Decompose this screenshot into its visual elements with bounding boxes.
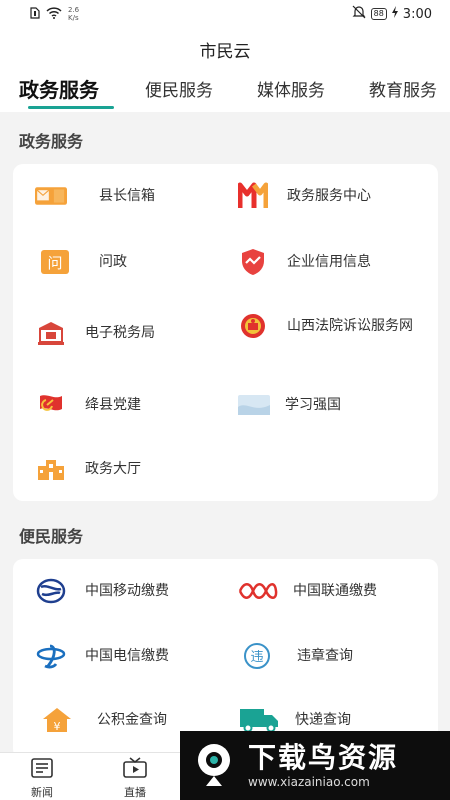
nav-label: 直播 bbox=[124, 786, 146, 799]
service-label: 电子税务局 bbox=[85, 325, 155, 341]
delivery-truck-icon bbox=[239, 706, 279, 734]
service-label: 企业信用信息 bbox=[287, 254, 371, 270]
watermark-banner: 下载鸟资源 www.xiazainiao.com bbox=[180, 731, 450, 800]
svg-text:¥: ¥ bbox=[54, 720, 61, 733]
service-label: 山西法院诉讼服务网 bbox=[287, 318, 413, 334]
ask-government-icon: 问 bbox=[39, 248, 71, 276]
study-app-icon bbox=[237, 391, 271, 419]
wifi-icon bbox=[46, 6, 62, 22]
service-item-traffic-violation[interactable]: 违 违章查询 bbox=[241, 642, 353, 670]
app-header: 市民云 bbox=[0, 28, 450, 70]
service-item-county-mailbox[interactable]: 县长信箱 bbox=[35, 182, 155, 210]
network-speed-unit: K/s bbox=[68, 14, 79, 22]
nav-item-live[interactable]: 直播 bbox=[122, 757, 148, 800]
svg-text:问: 问 bbox=[47, 254, 62, 272]
service-label: 公积金查询 bbox=[97, 712, 167, 728]
nav-label: 新闻 bbox=[31, 786, 53, 799]
status-bar: 2.6 K/s 88 3:00 bbox=[0, 0, 450, 28]
service-item-express-delivery[interactable]: 快递查询 bbox=[239, 706, 351, 734]
service-item-china-unicom[interactable]: 中国联通缴费 bbox=[237, 577, 377, 605]
service-label: 县长信箱 bbox=[99, 188, 155, 204]
service-label: 违章查询 bbox=[297, 648, 353, 664]
tab-media-services[interactable]: 媒体服务 bbox=[257, 76, 325, 101]
section-title-gov: 政务服务 bbox=[19, 132, 84, 151]
service-label: 问政 bbox=[99, 254, 127, 270]
service-item-china-mobile[interactable]: 中国移动缴费 bbox=[35, 577, 169, 605]
bird-logo-icon bbox=[194, 740, 238, 792]
gov-services-card: 县长信箱 政务服务中心 问 问政 企业信用信息 电子税务局 山西法院诉讼服务网 bbox=[13, 164, 438, 501]
government-hall-icon bbox=[35, 455, 67, 483]
service-item-housing-fund[interactable]: ¥ 公积金查询 bbox=[41, 706, 167, 734]
page-title: 市民云 bbox=[199, 41, 251, 62]
tv-icon bbox=[122, 757, 148, 782]
service-label: 中国移动缴费 bbox=[85, 583, 169, 599]
service-label: 政务大厅 bbox=[85, 461, 141, 477]
service-item-ask-government[interactable]: 问 问政 bbox=[39, 248, 127, 276]
tab-convenience-services[interactable]: 便民服务 bbox=[145, 76, 213, 101]
service-item-study-app[interactable]: 学习强国 bbox=[237, 391, 341, 419]
china-mobile-icon bbox=[35, 577, 67, 605]
mute-icon bbox=[352, 5, 366, 23]
tab-education-services[interactable]: 教育服务 bbox=[369, 76, 437, 101]
battery-icon: 88 bbox=[370, 8, 387, 20]
status-left: 2.6 K/s bbox=[30, 6, 79, 22]
convenience-services-card: 中国移动缴费 中国联通缴费 中国电信缴费 违 违章查询 ¥ 公积金查询 快递查询 bbox=[13, 559, 438, 759]
charging-icon bbox=[391, 6, 398, 22]
svg-text:违: 违 bbox=[250, 650, 263, 665]
status-right: 88 3:00 bbox=[352, 5, 432, 23]
watermark-title: 下载鸟资源 bbox=[248, 740, 399, 774]
service-label: 中国联通缴费 bbox=[293, 583, 377, 599]
news-icon bbox=[30, 757, 54, 782]
network-speed-value: 2.6 bbox=[68, 6, 80, 14]
tab-gov-services[interactable]: 政务服务 bbox=[19, 74, 99, 103]
service-label: 学习强国 bbox=[285, 397, 341, 413]
china-telecom-icon bbox=[35, 642, 67, 670]
service-item-china-telecom[interactable]: 中国电信缴费 bbox=[35, 642, 169, 670]
service-item-shanxi-court[interactable]: 山西法院诉讼服务网 bbox=[237, 312, 415, 340]
service-label: 绛县党建 bbox=[85, 397, 141, 413]
active-tab-indicator bbox=[28, 106, 114, 109]
service-label: 中国电信缴费 bbox=[85, 648, 169, 664]
violation-icon: 违 bbox=[241, 642, 273, 670]
shield-trend-icon bbox=[237, 248, 269, 276]
service-label: 政务服务中心 bbox=[287, 188, 371, 204]
court-emblem-icon bbox=[237, 312, 269, 340]
service-label: 快递查询 bbox=[295, 712, 351, 728]
service-item-enterprise-credit[interactable]: 企业信用信息 bbox=[237, 248, 371, 276]
section-title-convenience: 便民服务 bbox=[19, 527, 84, 546]
china-unicom-icon bbox=[237, 577, 279, 605]
service-item-government-hall[interactable]: 政务大厅 bbox=[35, 455, 141, 483]
nav-item-news[interactable]: 新闻 bbox=[30, 757, 54, 800]
tax-bureau-icon bbox=[35, 319, 67, 347]
party-flag-icon bbox=[35, 391, 67, 419]
service-item-service-center[interactable]: 政务服务中心 bbox=[237, 182, 371, 210]
watermark-url: www.xiazainiao.com bbox=[248, 774, 370, 789]
clock: 3:00 bbox=[402, 6, 432, 22]
mailbox-icon bbox=[35, 182, 67, 210]
service-center-logo-icon bbox=[237, 182, 269, 210]
service-item-e-tax-bureau[interactable]: 电子税务局 bbox=[35, 319, 155, 347]
sim-icon bbox=[30, 6, 40, 22]
service-item-county-party-building[interactable]: 绛县党建 bbox=[35, 391, 141, 419]
housing-fund-icon: ¥ bbox=[41, 706, 73, 734]
network-speed: 2.6 K/s bbox=[68, 6, 79, 22]
